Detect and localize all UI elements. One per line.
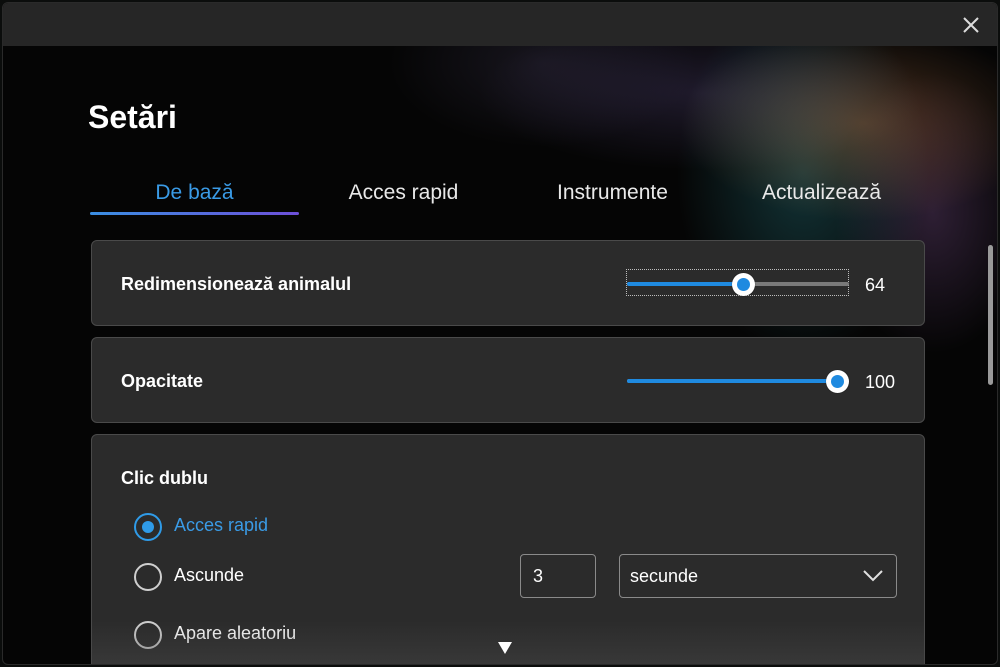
radio-label-hide: Ascunde — [174, 565, 245, 585]
opacity-value: 100 — [865, 372, 896, 392]
page-title: Setări — [88, 99, 177, 135]
time-unit-dropdown[interactable]: secunde — [619, 554, 897, 598]
chevron-down-icon — [863, 570, 883, 582]
title-bar — [3, 3, 997, 46]
opacity-label: Opacitate — [121, 371, 204, 391]
scroll-down-arrow-icon[interactable] — [497, 641, 513, 655]
radio-button[interactable] — [134, 621, 162, 649]
close-icon — [963, 17, 979, 33]
tab-basic[interactable]: De bază — [90, 181, 299, 205]
resize-slider[interactable] — [627, 273, 849, 296]
radio-label-random-appear: Apare aleatoriu — [174, 623, 297, 643]
tab-quick-access[interactable]: Acces rapid — [299, 181, 508, 205]
radio-button-checked[interactable] — [134, 513, 162, 541]
radio-button[interactable] — [134, 563, 162, 591]
resize-setting-card: Redimensionează animalul 64 — [91, 240, 925, 326]
resize-label: Redimensionează animalul — [121, 274, 352, 294]
resize-slider-thumb[interactable] — [732, 273, 755, 296]
settings-window: Setări De bază Acces rapid Instrumente A… — [2, 2, 998, 665]
resize-slider-fill — [627, 282, 744, 286]
opacity-setting-card: Opacitate 100 — [91, 337, 925, 423]
close-button[interactable] — [957, 11, 985, 39]
active-tab-indicator — [90, 212, 299, 215]
opacity-slider[interactable] — [627, 370, 849, 393]
double-click-setting-card: Clic dublu Acces rapid Ascunde 3 secunde… — [91, 434, 925, 664]
vertical-scrollbar[interactable] — [987, 243, 995, 664]
tab-bar: De bază Acces rapid Instrumente Actualiz… — [90, 181, 926, 221]
scrollbar-thumb[interactable] — [988, 245, 993, 385]
tab-update[interactable]: Actualizează — [717, 181, 926, 205]
tab-tools[interactable]: Instrumente — [508, 181, 717, 205]
double-click-label: Clic dublu — [121, 468, 208, 488]
time-unit-selected: secunde — [630, 566, 699, 586]
seconds-input[interactable]: 3 — [520, 554, 596, 598]
resize-value: 64 — [865, 275, 886, 295]
opacity-slider-thumb[interactable] — [826, 370, 849, 393]
radio-label-quick-access: Acces rapid — [174, 515, 269, 535]
opacity-slider-fill — [627, 379, 838, 383]
